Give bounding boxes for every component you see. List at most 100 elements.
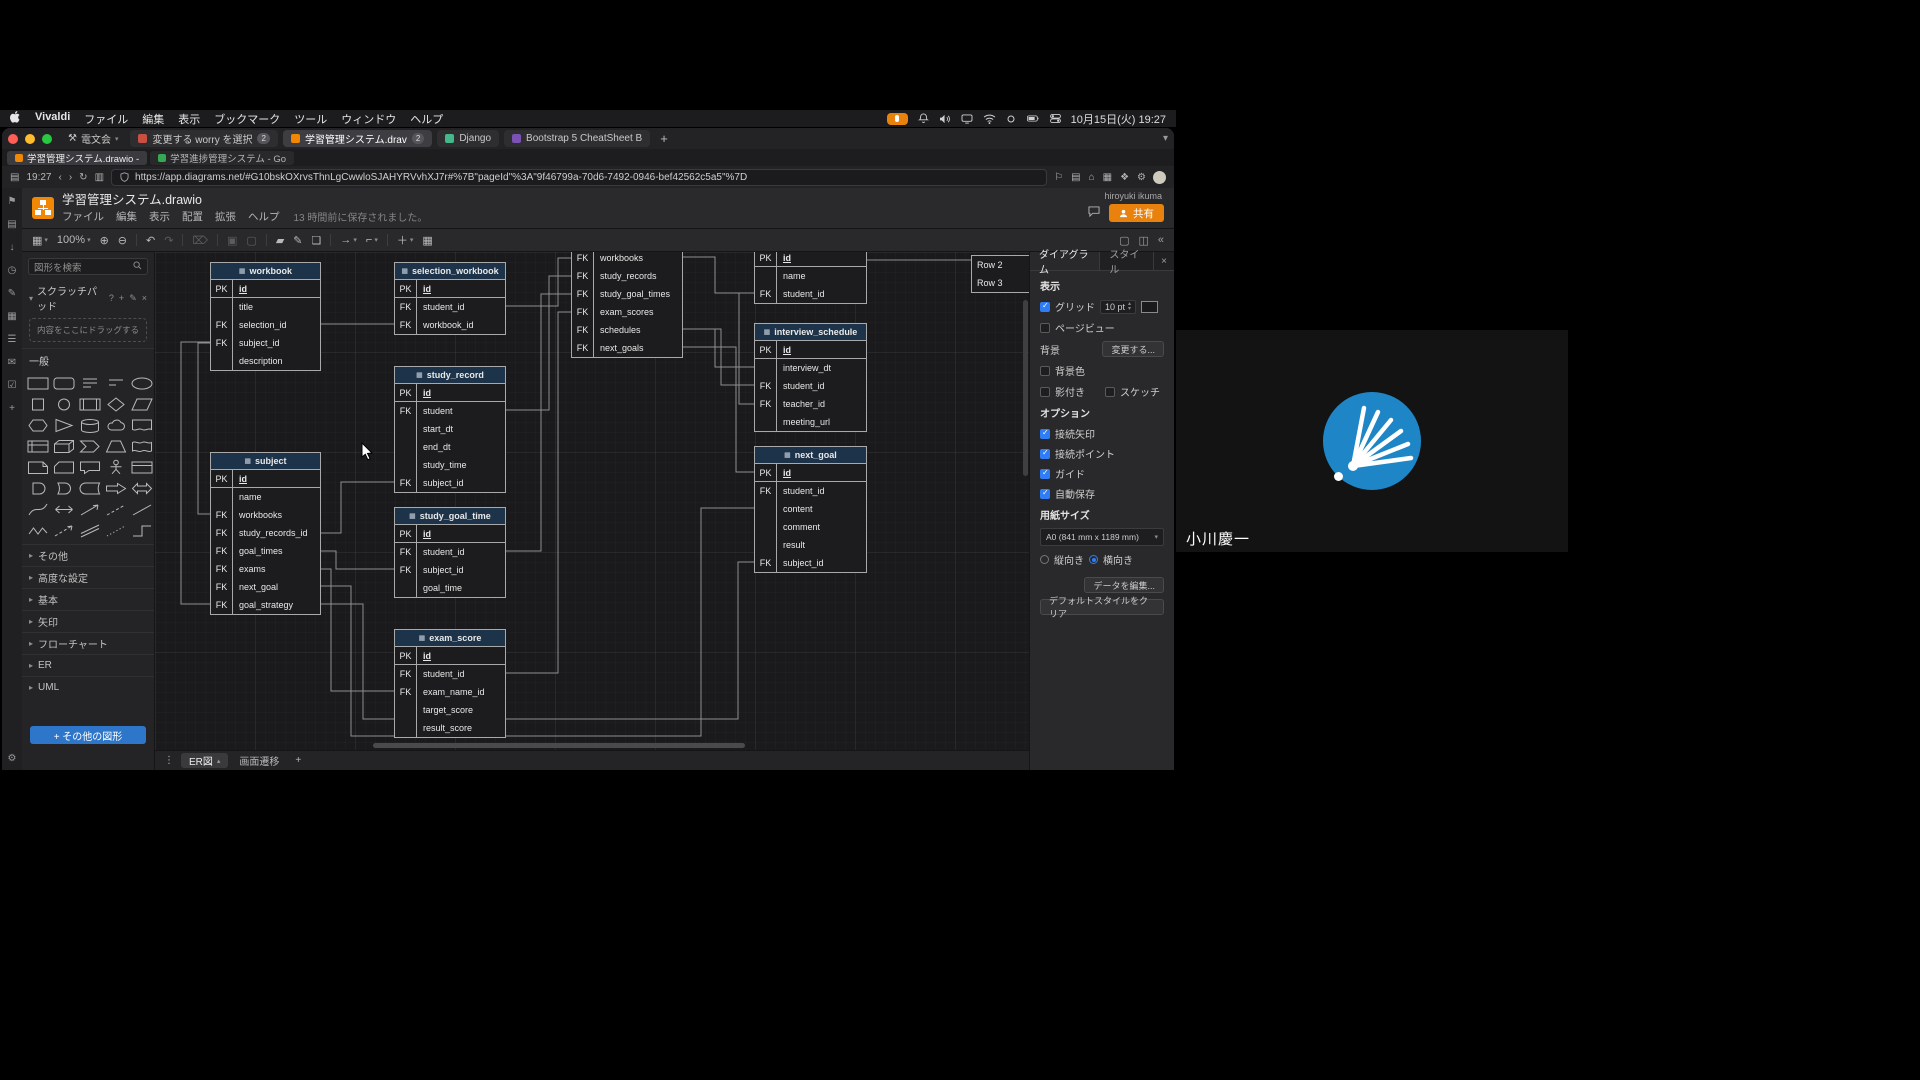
er-row[interactable]: FKteacher_id [755,395,866,413]
paper-size-select[interactable]: A0 (841 mm x 1189 mm) ▾ [1040,528,1164,546]
tiles-icon[interactable]: ▦ [1103,172,1112,183]
tab-stack-item-1[interactable]: 学習進捗管理システム - Go [150,151,294,165]
shape-process-icon[interactable] [77,393,103,414]
er-row[interactable]: FKstudent_id [395,543,505,561]
er-row[interactable]: FKworkbook_id [395,316,505,334]
shape-heading-icon[interactable] [103,372,129,393]
shape-parallelogram-icon[interactable] [129,393,155,414]
menubar-clock[interactable]: 10月15日(火) 19:27 [1071,111,1166,127]
url-field[interactable]: https://app.diagrams.net/#G10bskOXrvsThn… [111,169,1047,186]
shape-internal-storage-icon[interactable] [25,435,51,456]
scratchpad-dropzone[interactable]: 内容をここにドラッグする [29,318,147,342]
er-row[interactable]: PKid [395,647,505,665]
grid-color-swatch[interactable] [1141,301,1158,313]
shape-cube-icon[interactable] [51,435,77,456]
edit-data-button[interactable]: データを編集... [1084,577,1164,593]
close-panel-icon[interactable]: × [1154,252,1174,270]
er-table-selection_workbook[interactable]: ▦selection_workbookPKidFKstudent_idFKwor… [394,262,506,335]
shape-hexagon-icon[interactable] [25,414,51,435]
browser-tab-2[interactable]: Django [437,130,499,147]
shape-double-line-icon[interactable] [77,519,103,540]
reading-list-icon[interactable]: ▤ [7,219,16,230]
shape-section-2[interactable]: ▸基本 [22,588,154,610]
apple-menu-icon[interactable] [10,111,21,126]
feeds-icon[interactable]: ☰ [8,334,17,345]
shape-trapezoid-icon[interactable] [103,435,129,456]
shape-double-arrow-block-icon[interactable] [129,477,155,498]
history-icon[interactable]: ◷ [8,265,17,276]
er-row[interactable]: FKsubject_id [755,554,866,572]
horizontal-scrollbar[interactable] [373,743,745,748]
er-row[interactable]: FKexam_name_id [395,683,505,701]
shape-and-gate-icon[interactable] [25,477,51,498]
er-row[interactable]: PKid [211,470,320,488]
menubar-item-7[interactable]: ヘルプ [410,111,443,127]
shape-section-1[interactable]: ▸高度な設定 [22,566,154,588]
connection-icon[interactable]: →▾ [340,234,357,246]
er-row[interactable]: FKworkbooks [211,506,320,524]
er-row[interactable]: FKexam_scores [572,303,682,321]
shape-triangle-icon[interactable] [51,414,77,435]
view-icon[interactable]: ▦▾ [32,234,48,247]
er-table-header[interactable]: ▦selection_workbook [395,263,505,280]
menubar-item-3[interactable]: 表示 [178,111,200,127]
menubar-item-4[interactable]: ブックマーク [214,111,280,127]
undo-icon[interactable]: ↶ [146,234,155,247]
er-row[interactable]: PKid [755,464,866,482]
menubar-item-6[interactable]: ウィンドウ [341,111,396,127]
option-checkbox-3[interactable] [1040,489,1050,499]
zoom-window-button[interactable] [42,134,52,144]
shape-card-icon[interactable] [51,456,77,477]
er-row[interactable]: PKid [395,384,505,402]
er-row[interactable]: FKsubject_id [211,334,320,352]
er-table-partial-6[interactable]: FKworkbooksFKstudy_recordsFKstudy_goal_t… [571,252,683,358]
bookmarks-icon[interactable]: ⚑ [8,196,17,207]
record-dot-icon[interactable] [1005,113,1018,124]
er-table-study_record[interactable]: ▦study_recordPKidFKstudentstart_dtend_dt… [394,366,506,493]
er-row[interactable]: Row 2 [972,256,1029,274]
er-row[interactable]: FKnext_goal [211,578,320,596]
er-row[interactable]: FKgoal_times [211,542,320,560]
shape-text-icon[interactable] [77,372,103,393]
section-general[interactable]: 一般 [22,348,154,370]
reader-view-icon[interactable]: ▥ [95,172,104,183]
shape-note-icon[interactable] [25,456,51,477]
er-row[interactable]: content [755,500,866,518]
er-row[interactable]: PKid [211,280,320,298]
er-row[interactable]: description [211,352,320,370]
tasks-icon[interactable]: ☑ [8,380,17,391]
zoom-out-icon[interactable]: ⊖ [118,234,127,247]
er-row[interactable]: FKschedules [572,321,682,339]
close-window-button[interactable] [8,134,18,144]
shape-dotted-line-icon[interactable] [103,519,129,540]
er-row[interactable]: title [211,298,320,316]
downloads-icon[interactable]: ↓ [10,242,15,253]
er-row[interactable]: name [755,267,866,285]
insert-icon[interactable]: ＋▾ [397,232,414,248]
browser-tab-1[interactable]: 学習管理システム.drav2 [283,130,432,147]
page-view-checkbox[interactable] [1040,323,1050,333]
shape-dashed-line-icon[interactable] [103,498,129,519]
drawio-menu-0[interactable]: ファイル [62,209,104,224]
edit-icon[interactable]: ✎ [129,293,137,304]
grid-checkbox[interactable] [1040,302,1050,312]
minimize-window-button[interactable] [25,134,35,144]
volume-icon[interactable] [939,113,952,124]
background-color-checkbox[interactable] [1040,366,1050,376]
bookmark-flag-icon[interactable]: ⚐ [1054,172,1063,183]
shape-line-icon[interactable] [129,498,155,519]
close-icon[interactable]: × [142,293,147,304]
er-row[interactable]: start_dt [395,420,505,438]
shape-section-0[interactable]: ▸その他 [22,544,154,566]
er-row[interactable]: FKsubject_id [395,561,505,579]
drawio-menu-2[interactable]: 表示 [149,209,170,224]
new-tab-button[interactable]: + [656,131,672,146]
table-icon[interactable]: ▦ [422,234,432,247]
er-row[interactable]: FKstudent_id [395,298,505,316]
drawio-menu-4[interactable]: 拡張 [215,209,236,224]
closed-tabs-icon[interactable]: ▾ [1163,133,1168,144]
er-row[interactable]: FKsubject_id [395,474,505,492]
er-table-next_goal[interactable]: ▦next_goalPKidFKstudent_idcontentcomment… [754,446,867,573]
wifi-icon[interactable] [983,113,996,124]
shape-circle-icon[interactable] [51,393,77,414]
